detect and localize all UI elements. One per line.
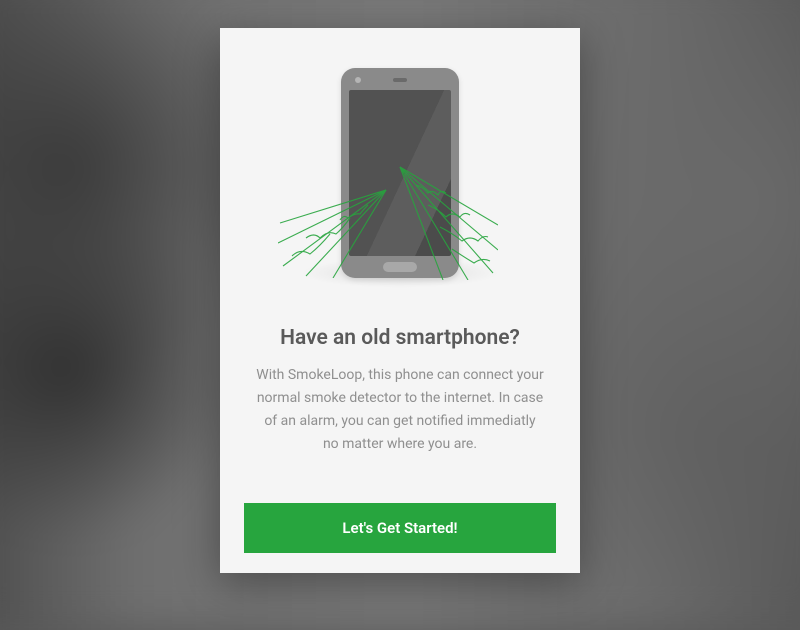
get-started-button[interactable]: Let's Get Started! [244,503,556,553]
phone-illustration [260,68,540,298]
spiderweb-left-icon [278,188,388,278]
spiderweb-right-icon [398,165,498,280]
onboarding-card: Have an old smartphone? With SmokeLoop, … [220,28,580,573]
card-body-text: With SmokeLoop, this phone can connect y… [244,364,556,456]
card-heading: Have an old smartphone? [280,326,520,350]
